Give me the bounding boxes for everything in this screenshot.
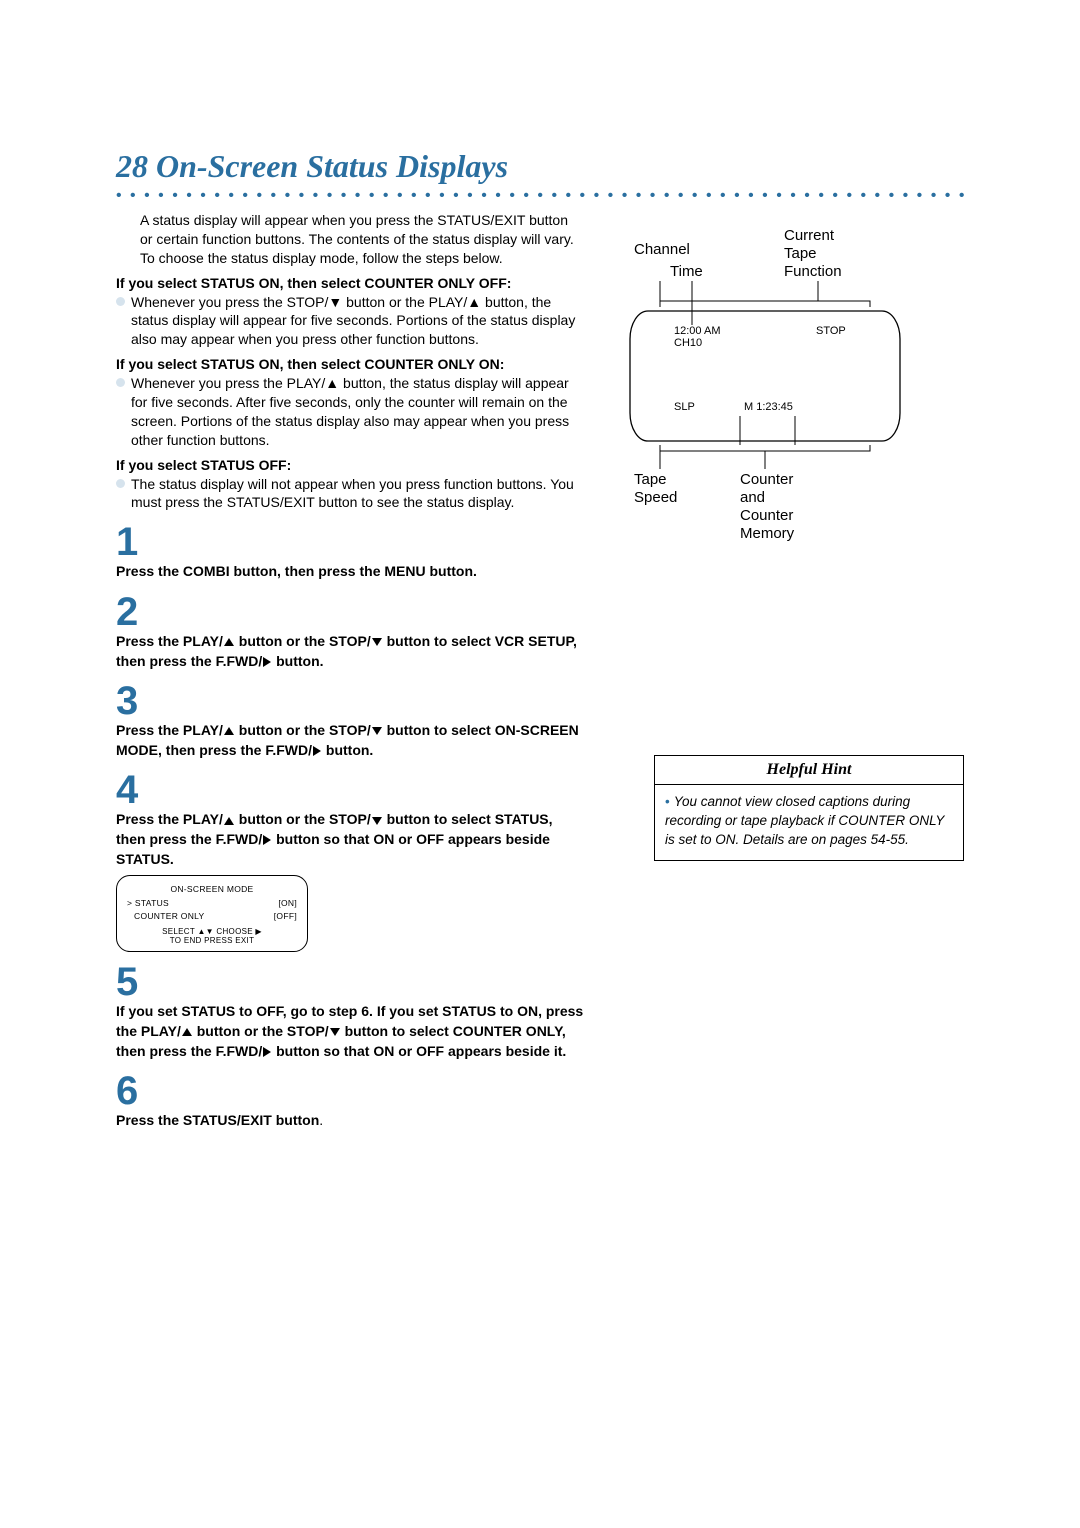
step-5-number: 5 — [116, 962, 584, 1002]
up-triangle-icon — [224, 817, 234, 825]
right-triangle-icon — [263, 657, 271, 667]
osd-title: ON-SCREEN MODE — [127, 884, 297, 894]
step-3-text: Press the PLAY/ button or the STOP/ butt… — [116, 721, 584, 760]
right-triangle-icon — [263, 835, 271, 845]
dotted-rule: • • • • • • • • • • • • • • • • • • • • … — [116, 187, 964, 205]
condition-3-body: The status display will not appear when … — [131, 475, 584, 513]
condition-2-body: Whenever you press the PLAY/▲ button, th… — [131, 374, 584, 450]
bullet-icon — [116, 378, 125, 387]
label-tape: Tape — [784, 245, 817, 262]
label-counter-1: Counter — [740, 471, 793, 488]
step-4-number: 4 — [116, 770, 584, 810]
down-triangle-icon — [372, 638, 382, 646]
label-tapespeed-2: Speed — [634, 489, 677, 506]
right-triangle-icon — [263, 1047, 271, 1057]
label-channel: Channel — [634, 241, 690, 258]
down-triangle-icon — [330, 1028, 340, 1036]
label-time: Time — [670, 263, 703, 280]
osd-footer-line1: SELECT ▲▼ CHOOSE ▶ — [127, 927, 297, 936]
bullet-icon — [116, 297, 125, 306]
step-6-number: 6 — [116, 1071, 584, 1111]
osd-mockup: ON-SCREEN MODE > STATUS [ON] COUNTER ONLY… — [116, 875, 308, 952]
condition-2-heading: If you select STATUS ON, then select COU… — [116, 355, 584, 374]
label-tapespeed-1: Tape — [634, 471, 667, 488]
page-title: 28On-Screen Status Displays — [116, 148, 964, 185]
up-triangle-icon — [182, 1028, 192, 1036]
intro-paragraph: A status display will appear when you pr… — [140, 211, 584, 268]
tv-stop: STOP — [816, 325, 846, 337]
tv-counter: M 1:23:45 — [744, 401, 793, 413]
tv-slp: SLP — [674, 401, 695, 413]
step-5-text: If you set STATUS to OFF, go to step 6. … — [116, 1002, 584, 1061]
step-1-text: Press the COMBI button, then press the M… — [116, 562, 584, 582]
osd-row-counteronly-value: [OFF] — [274, 911, 297, 921]
down-triangle-icon — [372, 817, 382, 825]
label-current: Current — [784, 227, 834, 244]
step-6-text: Press the STATUS/EXIT button. — [116, 1111, 584, 1131]
up-triangle-icon — [224, 638, 234, 646]
right-triangle-icon — [313, 746, 321, 756]
label-counter-3: Counter — [740, 507, 793, 524]
tv-channel: CH10 — [674, 337, 702, 349]
bullet-icon: • — [665, 794, 670, 809]
osd-row-status: > STATUS — [127, 898, 169, 908]
label-counter-4: Memory — [740, 525, 794, 542]
osd-row-counteronly: COUNTER ONLY — [127, 911, 205, 921]
helpful-hint-title: Helpful Hint — [654, 755, 964, 785]
condition-1-body: Whenever you press the STOP/▼ button or … — [131, 293, 584, 350]
label-counter-2: and — [740, 489, 765, 506]
condition-1-heading: If you select STATUS ON, then select COU… — [116, 274, 584, 293]
osd-footer-line2: TO END PRESS EXIT — [127, 936, 297, 945]
label-function: Function — [784, 263, 842, 280]
tv-clock: 12:00 AM — [674, 325, 720, 337]
osd-row-status-value: [ON] — [278, 898, 297, 908]
step-1-number: 1 — [116, 522, 584, 562]
step-3-number: 3 — [116, 681, 584, 721]
tv-outline-icon — [620, 281, 920, 471]
helpful-hint-body: •You cannot view closed captions during … — [654, 785, 964, 861]
bullet-icon — [116, 479, 125, 488]
step-2-number: 2 — [116, 592, 584, 632]
up-triangle-icon — [224, 727, 234, 735]
step-4-text: Press the PLAY/ button or the STOP/ butt… — [116, 810, 584, 869]
condition-3-heading: If you select STATUS OFF: — [116, 456, 584, 475]
helpful-hint-box: Helpful Hint •You cannot view closed cap… — [654, 755, 964, 861]
down-triangle-icon — [372, 727, 382, 735]
step-2-text: Press the PLAY/ button or the STOP/ butt… — [116, 632, 584, 671]
title-text: On-Screen Status Displays — [156, 148, 508, 184]
page-number: 28 — [116, 148, 148, 184]
